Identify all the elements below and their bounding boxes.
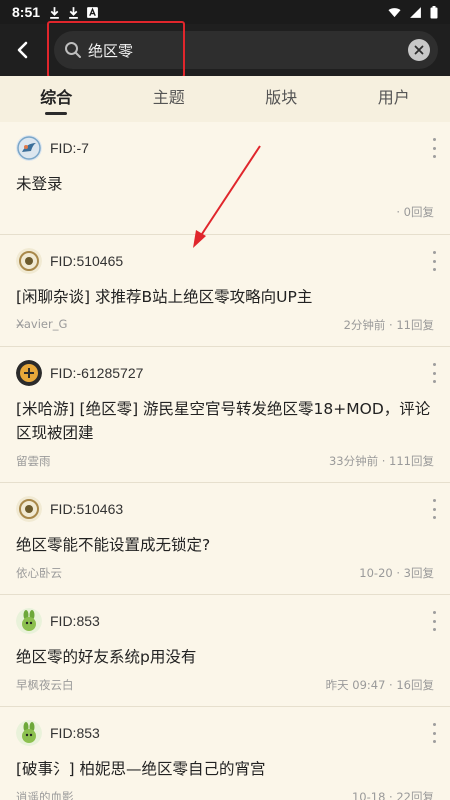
post-author: X̶avier_G — [16, 317, 68, 331]
post-author: 早枫夜云白 — [16, 678, 74, 692]
download-icon — [50, 6, 59, 19]
close-icon — [414, 45, 424, 55]
avatar[interactable] — [16, 496, 42, 522]
avatar[interactable] — [16, 608, 42, 634]
board-avatar-icon — [16, 248, 42, 274]
post-title: 未登录 — [16, 175, 63, 193]
board-avatar-icon — [16, 360, 42, 386]
post-author: 依心卧云 — [16, 566, 62, 580]
tab-bar: 综合 主题 版块 用户 — [0, 76, 450, 122]
post-fid: FID:510463 — [50, 501, 124, 517]
post-meta: 33分钟前 · 111回复 — [328, 454, 434, 468]
more-options-button[interactable] — [430, 138, 438, 158]
post-fid: FID:853 — [50, 725, 100, 741]
back-arrow-icon — [17, 41, 28, 59]
wifi-icon — [388, 7, 401, 17]
signal-icon — [410, 6, 421, 18]
highlight-box — [47, 21, 185, 78]
post-meta: 10-20 · 3回复 — [359, 566, 434, 580]
board-avatar-icon — [16, 608, 42, 634]
avatar[interactable] — [16, 135, 42, 161]
back-button[interactable] — [0, 24, 44, 76]
post-meta: 10-18 · 22回复 — [351, 790, 434, 800]
post-meta: · 0回复 — [396, 205, 434, 219]
more-options-button[interactable] — [430, 251, 438, 271]
post-title: 绝区零能不能设置成无锁定? — [16, 536, 211, 554]
post-title: [闲聊杂谈] 求推荐B站上绝区零攻略向UP主 — [16, 288, 313, 306]
more-options-button[interactable] — [430, 611, 438, 631]
download-icon — [69, 6, 78, 19]
tab-active-indicator — [45, 112, 68, 115]
tab-label: 主题 — [152, 88, 185, 107]
tab-boards[interactable]: 版块 — [225, 76, 338, 122]
battery-icon — [430, 5, 438, 18]
more-options-button[interactable] — [430, 723, 438, 743]
list-item[interactable]: FID:-7 未登录 · 0回复 — [0, 122, 450, 235]
post-meta: 2分钟前 · 11回复 — [343, 318, 434, 332]
list-item[interactable]: FID:853 [破事氵] 柏妮思—绝区零自己的宵宫 逍遥的血影 10-18 ·… — [0, 707, 450, 800]
tab-topics[interactable]: 主题 — [113, 76, 226, 122]
list-item[interactable]: FID:510463 绝区零能不能设置成无锁定? 依心卧云 10-20 · 3回… — [0, 483, 450, 595]
tab-comprehensive[interactable]: 综合 — [0, 76, 113, 122]
list-item[interactable]: FID:510465 [闲聊杂谈] 求推荐B站上绝区零攻略向UP主 X̶avie… — [0, 235, 450, 347]
post-fid: FID:510465 — [50, 253, 124, 269]
post-author: 留雲雨 — [16, 454, 51, 468]
more-options-button[interactable] — [430, 499, 438, 519]
avatar[interactable] — [16, 720, 42, 746]
clear-search-button[interactable] — [408, 39, 430, 61]
list-item[interactable]: FID:853 绝区零的好友系统p用没有 早枫夜云白 昨天 09:47 · 16… — [0, 595, 450, 707]
list-item[interactable]: FID:-61285727 [米哈游] [绝区零] 游民星空官号转发绝区零18+… — [0, 347, 450, 483]
user-avatar-icon — [16, 135, 42, 161]
post-author: 逍遥的血影 — [16, 790, 74, 800]
avatar[interactable] — [16, 248, 42, 274]
post-title: [米哈游] [绝区零] 游民星空官号转发绝区零18+MOD，评论区现被团建 — [16, 400, 431, 442]
post-fid: FID:-61285727 — [50, 365, 144, 381]
post-fid: FID:853 — [50, 613, 100, 629]
post-meta: 昨天 09:47 · 16回复 — [325, 678, 434, 692]
results-list: FID:-7 未登录 · 0回复 FID:510465 [闲聊杂谈] 求推荐B站… — [0, 122, 450, 800]
post-title: 绝区零的好友系统p用没有 — [16, 648, 197, 666]
tab-label: 版块 — [265, 88, 298, 107]
board-avatar-icon — [16, 496, 42, 522]
tab-label: 综合 — [40, 88, 73, 107]
more-options-button[interactable] — [430, 363, 438, 383]
tab-label: 用户 — [377, 88, 410, 107]
status-time: 8:51 — [12, 4, 41, 20]
avatar[interactable] — [16, 360, 42, 386]
board-avatar-icon — [16, 720, 42, 746]
app-notification-icon — [87, 6, 98, 18]
post-fid: FID:-7 — [50, 140, 89, 156]
post-title: [破事氵] 柏妮思—绝区零自己的宵宫 — [16, 760, 266, 778]
tab-users[interactable]: 用户 — [338, 76, 450, 122]
